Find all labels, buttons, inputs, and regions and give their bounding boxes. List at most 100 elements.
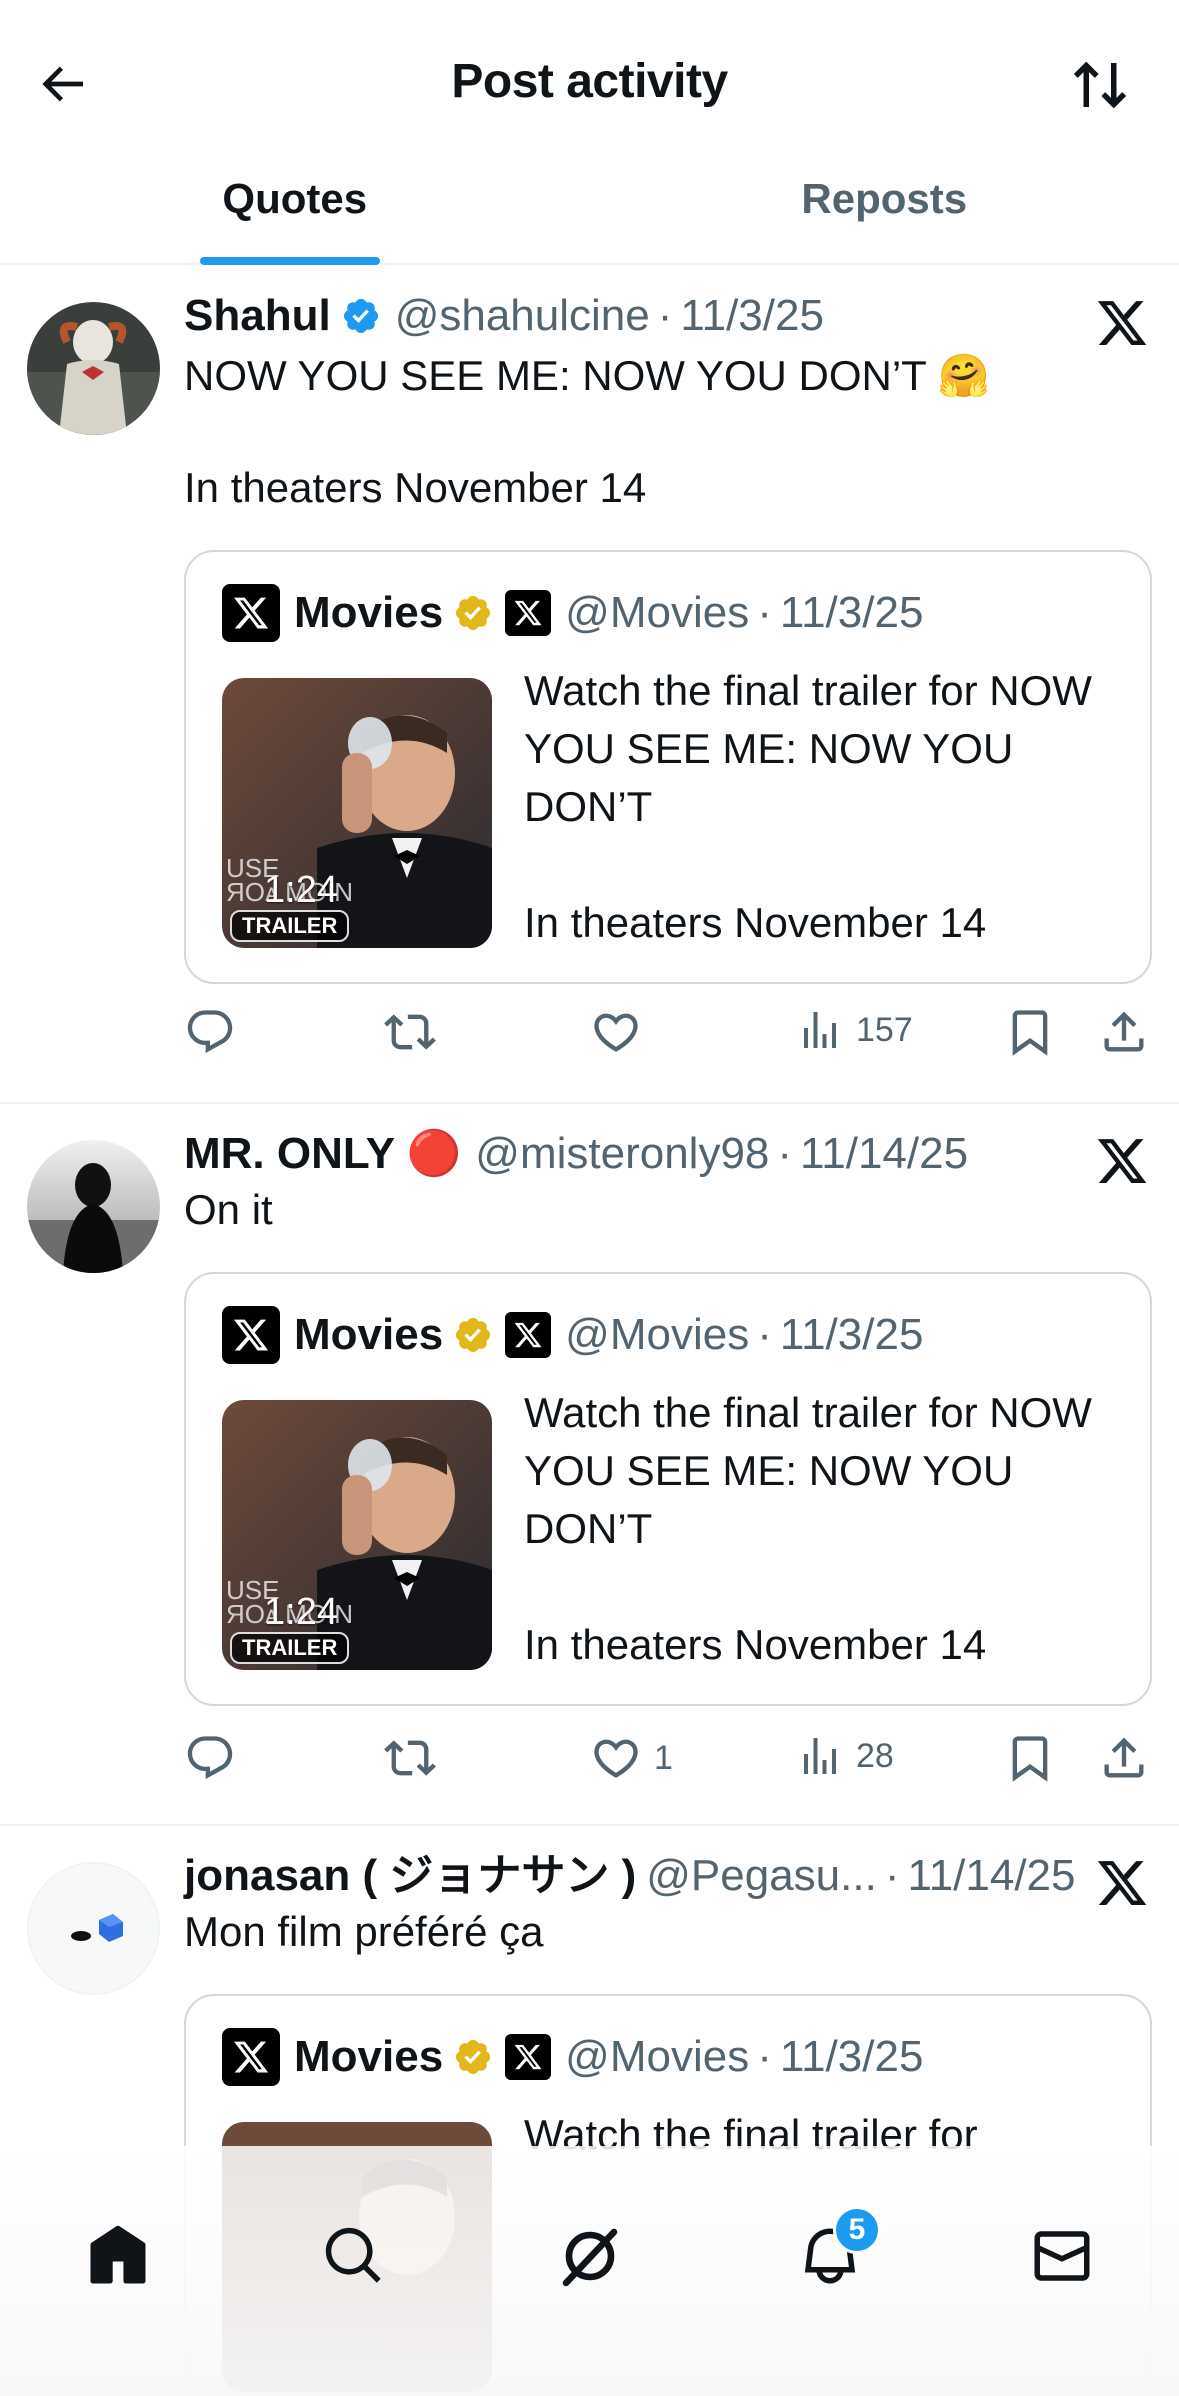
affiliate-badge <box>505 590 552 636</box>
view-count: 28 <box>856 1736 894 1775</box>
display-name[interactable]: MR. ONLY 🔴 <box>184 1126 461 1182</box>
verified-gold-badge-icon <box>456 1317 491 1353</box>
avatar[interactable] <box>27 302 160 435</box>
bottom-navigation: 5 <box>0 2146 1179 2396</box>
handle[interactable]: @Pegasu... <box>646 1848 877 1904</box>
quoted-post-header: Movies @Movies · 11/3/25 <box>222 584 923 642</box>
sort-button[interactable] <box>1065 50 1135 120</box>
quoted-display-name: Movies <box>294 1310 444 1359</box>
separator: · <box>657 291 673 340</box>
tab-quotes-label: Quotes <box>222 175 368 222</box>
post-body: MR. ONLY 🔴 @misteronly98 · 11/14/25 On i… <box>184 1126 1151 1238</box>
views-bar-chart-icon <box>804 1012 836 1048</box>
x-logo-icon <box>1097 301 1147 345</box>
video-thumbnail[interactable]: USE ЯОᴀ MOIN 1:24 TRAILER <box>222 678 492 948</box>
post[interactable]: MR. ONLY 🔴 @misteronly98 · 11/14/25 On i… <box>0 1104 1179 1826</box>
nav-search[interactable] <box>314 2216 394 2296</box>
post-date[interactable]: 11/3/25 <box>680 288 824 344</box>
separator: · <box>757 2032 772 2081</box>
post-date[interactable]: 11/14/25 <box>907 1848 1075 1904</box>
avatar[interactable] <box>27 1862 160 1995</box>
tab-quotes[interactable]: Quotes <box>0 165 590 265</box>
quoted-post-header: Movies @Movies · 11/3/25 <box>222 1306 923 1364</box>
handle[interactable]: @misteronly98 <box>475 1126 769 1182</box>
share-button[interactable] <box>1098 1732 1150 1784</box>
quoted-text: Watch the final trailer for NOW YOU SEE … <box>524 1389 1092 1668</box>
quoted-post-header: Movies @Movies · 11/3/25 <box>222 2028 923 2086</box>
notification-count-badge: 5 <box>833 2206 881 2254</box>
post-header: MR. ONLY 🔴 @misteronly98 · 11/14/25 <box>184 1126 1151 1182</box>
display-name[interactable]: jonasan ( ジョナサン ) <box>184 1848 636 1904</box>
post-date[interactable]: 11/14/25 <box>800 1126 968 1182</box>
like-button[interactable] <box>590 1006 654 1058</box>
x-logo-icon <box>1097 1861 1147 1905</box>
reply-icon <box>187 1736 233 1780</box>
tab-reposts-label: Reposts <box>801 175 968 222</box>
post-text: On it <box>184 1186 273 1233</box>
share-button[interactable] <box>1098 1006 1150 1058</box>
quoted-date: 11/3/25 <box>779 588 924 637</box>
post-header: Shahul @shahulcine · 11/3/25 <box>184 288 1151 344</box>
share-icon <box>1104 1737 1144 1778</box>
views-button[interactable]: 28 <box>796 1732 894 1780</box>
nav-notifications[interactable]: 5 <box>790 2206 881 2296</box>
quoted-post-card[interactable]: Movies @Movies · 11/3/25 USE ЯОᴀ MOIN 1:… <box>184 550 1152 984</box>
handle[interactable]: @shahulcine <box>395 288 650 344</box>
heart-icon <box>594 1013 638 1052</box>
tab-reposts[interactable]: Reposts <box>590 165 1179 263</box>
post[interactable]: Shahul @shahulcine · 11/3/25 NOW YOU SEE… <box>0 266 1179 1104</box>
post-text: Mon film préféré ça <box>184 1908 544 1955</box>
post-body: jonasan ( ジョナサン ) @Pegasu... · 11/14/25 … <box>184 1848 1151 1960</box>
search-icon <box>325 2227 381 2283</box>
repost-icon <box>384 1014 436 1050</box>
repost-button[interactable] <box>384 1006 448 1058</box>
top-bar: Post activity <box>0 0 1179 165</box>
like-button[interactable]: 1 <box>590 1732 673 1784</box>
nav-home[interactable] <box>78 2216 158 2296</box>
quoted-text: Watch the final trailer for NOW YOU SEE … <box>524 667 1092 946</box>
messages-envelope-icon <box>1034 2231 1090 2281</box>
separator: · <box>757 588 772 637</box>
x-logo-icon <box>514 2044 542 2070</box>
x-logo-icon <box>1097 1139 1147 1183</box>
home-icon <box>90 2225 146 2284</box>
quoted-date: 11/3/25 <box>779 1310 924 1359</box>
quotes-feed: Shahul @shahulcine · 11/3/25 NOW YOU SEE… <box>0 266 1179 2396</box>
reply-icon <box>187 1010 233 1054</box>
movies-avatar <box>222 1306 280 1364</box>
post-text: NOW YOU SEE ME: NOW YOU DON’T 🤗 In theat… <box>184 352 991 511</box>
movies-avatar <box>222 584 280 642</box>
verified-gold-badge-icon <box>456 2039 491 2075</box>
views-bar-chart-icon <box>804 1738 836 1774</box>
quoted-handle: @Movies <box>565 588 750 637</box>
display-name[interactable]: Shahul <box>184 288 331 344</box>
active-tab-indicator <box>200 257 380 265</box>
repost-button[interactable] <box>384 1732 448 1784</box>
post-actions: 1 28 <box>184 1732 1152 1792</box>
trailer-badge: TRAILER <box>230 1632 350 1664</box>
bookmark-button[interactable] <box>1004 1006 1056 1058</box>
avatar[interactable] <box>27 1140 160 1273</box>
x-logo-icon <box>514 1322 542 1348</box>
x-logo-icon <box>514 600 542 626</box>
view-count: 157 <box>856 1010 913 1049</box>
repost-icon <box>384 1740 436 1776</box>
quoted-post-card[interactable]: Movies @Movies · 11/3/25 USE ЯОᴀ MOIN 1:… <box>184 1272 1152 1706</box>
x-logo-icon <box>233 1319 269 1351</box>
post-actions: 157 <box>184 1006 1152 1066</box>
views-button[interactable]: 157 <box>796 1006 913 1054</box>
quoted-handle: @Movies <box>565 2032 750 2081</box>
nav-grok[interactable] <box>550 2216 630 2296</box>
x-logo-icon <box>233 597 269 629</box>
reply-button[interactable] <box>184 1006 248 1058</box>
video-thumbnail[interactable]: USE ЯОᴀ MOIN 1:24 TRAILER <box>222 1400 492 1670</box>
nav-messages[interactable] <box>1022 2216 1102 2296</box>
reply-button[interactable] <box>184 1732 248 1784</box>
page-title: Post activity <box>451 55 728 108</box>
grok-icon <box>562 2228 618 2287</box>
quoted-display-name: Movies <box>294 2032 444 2081</box>
bookmark-button[interactable] <box>1004 1732 1056 1784</box>
separator: · <box>777 1129 793 1178</box>
verified-badge-icon <box>343 298 378 334</box>
bookmark-icon <box>1012 1010 1048 1056</box>
